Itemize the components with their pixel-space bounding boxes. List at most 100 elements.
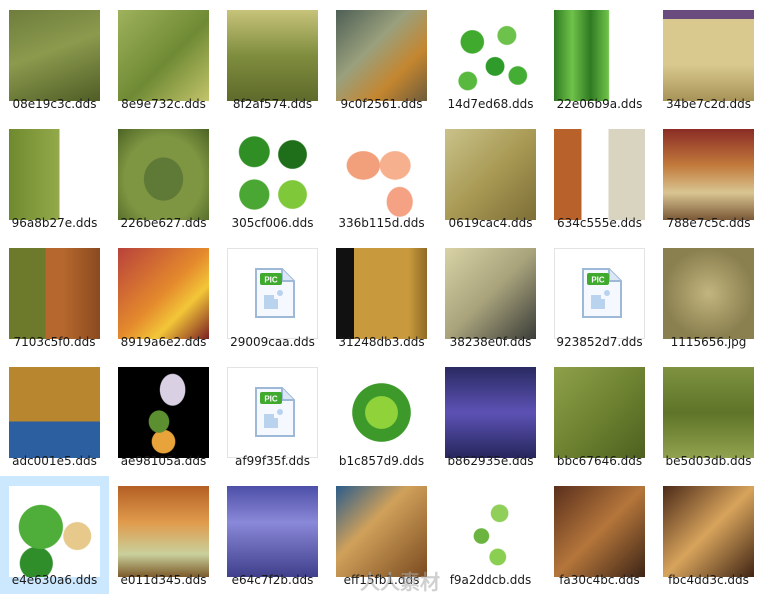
file-name-label: eff15fb1.dds <box>343 573 420 587</box>
file-name-label: 8f2af574.dds <box>232 97 313 111</box>
file-name-label: 7103c5f0.dds <box>13 335 96 349</box>
file-name-label: 0619cac4.dds <box>448 216 533 230</box>
file-item[interactable]: fa30c4bc.dds <box>545 476 654 594</box>
texture-thumbnail <box>445 248 536 339</box>
texture-thumbnail <box>663 367 754 458</box>
file-item[interactable]: PIC af99f35f.dds <box>218 357 327 475</box>
texture-thumbnail <box>227 10 318 101</box>
file-item[interactable]: 14d7ed68.dds <box>436 0 545 118</box>
file-item[interactable]: PIC 29009caa.dds <box>218 238 327 356</box>
file-name-label: 634c555e.dds <box>556 216 643 230</box>
texture-thumbnail <box>336 367 427 458</box>
file-item[interactable]: 788e7c5c.dds <box>654 119 762 237</box>
file-name-label: 8919a6e2.dds <box>120 335 207 349</box>
file-item[interactable]: 305cf006.dds <box>218 119 327 237</box>
texture-thumbnail <box>663 10 754 101</box>
file-item[interactable]: ae98105a.dds <box>109 357 218 475</box>
texture-thumbnail <box>663 129 754 220</box>
file-item[interactable]: fbc4dd3c.dds <box>654 476 762 594</box>
texture-thumbnail <box>118 10 209 101</box>
texture-thumbnail <box>554 486 645 577</box>
texture-thumbnail <box>445 10 536 101</box>
file-item[interactable]: 0619cac4.dds <box>436 119 545 237</box>
file-name-label: e64c7f2b.dds <box>231 573 314 587</box>
file-name-label: fbc4dd3c.dds <box>668 573 749 587</box>
file-name-label: 08e19c3c.dds <box>12 97 97 111</box>
file-name-label: b862935e.dds <box>447 454 534 468</box>
file-name-label: 1115656.jpg <box>670 335 747 349</box>
file-item[interactable]: bbc67646.dds <box>545 357 654 475</box>
texture-thumbnail <box>9 367 100 458</box>
file-item[interactable]: f9a2ddcb.dds <box>436 476 545 594</box>
file-name-label: e011d345.dds <box>120 573 207 587</box>
file-name-label: fa30c4bc.dds <box>559 573 640 587</box>
texture-thumbnail <box>554 129 645 220</box>
file-name-label: 29009caa.dds <box>230 335 315 349</box>
file-name-label: 336b115d.dds <box>338 216 425 230</box>
texture-thumbnail <box>227 129 318 220</box>
file-item[interactable]: 336b115d.dds <box>327 119 436 237</box>
file-item[interactable]: 1115656.jpg <box>654 238 762 356</box>
file-name-label: 8e9e732c.dds <box>121 97 206 111</box>
file-item[interactable]: 226be627.dds <box>109 119 218 237</box>
file-item[interactable]: 22e06b9a.dds <box>545 0 654 118</box>
file-name-label: 305cf006.dds <box>231 216 314 230</box>
file-name-label: 788e7c5c.dds <box>666 216 751 230</box>
file-item[interactable]: 8919a6e2.dds <box>109 238 218 356</box>
file-item[interactable]: 8f2af574.dds <box>218 0 327 118</box>
texture-thumbnail <box>663 248 754 339</box>
file-name-label: e4e630a6.dds <box>11 573 98 587</box>
texture-thumbnail <box>9 486 100 577</box>
file-name-label: 14d7ed68.dds <box>447 97 534 111</box>
file-item[interactable]: 634c555e.dds <box>545 119 654 237</box>
svg-text:PIC: PIC <box>264 395 278 404</box>
file-name-label: 34be7c2d.dds <box>665 97 752 111</box>
texture-thumbnail <box>336 248 427 339</box>
file-item[interactable]: be5d03db.dds <box>654 357 762 475</box>
texture-thumbnail <box>118 129 209 220</box>
texture-thumbnail <box>445 129 536 220</box>
texture-thumbnail <box>554 367 645 458</box>
file-item[interactable]: e011d345.dds <box>109 476 218 594</box>
texture-thumbnail <box>336 486 427 577</box>
texture-thumbnail <box>118 248 209 339</box>
file-item[interactable]: 96a8b27e.dds <box>0 119 109 237</box>
file-item[interactable]: adc001e5.dds <box>0 357 109 475</box>
file-name-label: 38238e0f.dds <box>449 335 532 349</box>
texture-thumbnail <box>118 367 209 458</box>
texture-thumbnail <box>227 486 318 577</box>
file-name-label: 22e06b9a.dds <box>556 97 643 111</box>
file-item[interactable]: 31248db3.dds <box>327 238 436 356</box>
file-name-label: 96a8b27e.dds <box>11 216 98 230</box>
file-item[interactable]: e4e630a6.dds <box>0 476 109 594</box>
file-item[interactable]: eff15fb1.dds <box>327 476 436 594</box>
file-item[interactable]: 08e19c3c.dds <box>0 0 109 118</box>
texture-thumbnail <box>663 486 754 577</box>
pic-file-icon: PIC <box>227 367 318 458</box>
file-name-label: 226be627.dds <box>120 216 207 230</box>
texture-thumbnail <box>554 10 645 101</box>
file-item[interactable]: 34be7c2d.dds <box>654 0 762 118</box>
file-name-label: 923852d7.dds <box>556 335 643 349</box>
file-item[interactable]: e64c7f2b.dds <box>218 476 327 594</box>
file-name-label: b1c857d9.dds <box>338 454 425 468</box>
file-item[interactable]: 8e9e732c.dds <box>109 0 218 118</box>
texture-thumbnail <box>118 486 209 577</box>
file-item[interactable]: PIC 923852d7.dds <box>545 238 654 356</box>
file-name-label: ae98105a.dds <box>120 454 207 468</box>
file-item[interactable]: b862935e.dds <box>436 357 545 475</box>
file-item[interactable]: 7103c5f0.dds <box>0 238 109 356</box>
file-name-label: 31248db3.dds <box>338 335 425 349</box>
file-name-label: 9c0f2561.dds <box>340 97 423 111</box>
svg-text:PIC: PIC <box>591 276 605 285</box>
file-name-label: f9a2ddcb.dds <box>449 573 532 587</box>
file-item[interactable]: 9c0f2561.dds <box>327 0 436 118</box>
file-item[interactable]: 38238e0f.dds <box>436 238 545 356</box>
svg-text:PIC: PIC <box>264 276 278 285</box>
texture-thumbnail <box>9 10 100 101</box>
pic-file-icon: PIC <box>554 248 645 339</box>
file-name-label: bbc67646.dds <box>556 454 643 468</box>
file-item[interactable]: b1c857d9.dds <box>327 357 436 475</box>
texture-thumbnail <box>336 10 427 101</box>
file-grid: 08e19c3c.dds 8e9e732c.dds 8f2af574.dds 9c0f… <box>0 0 762 607</box>
